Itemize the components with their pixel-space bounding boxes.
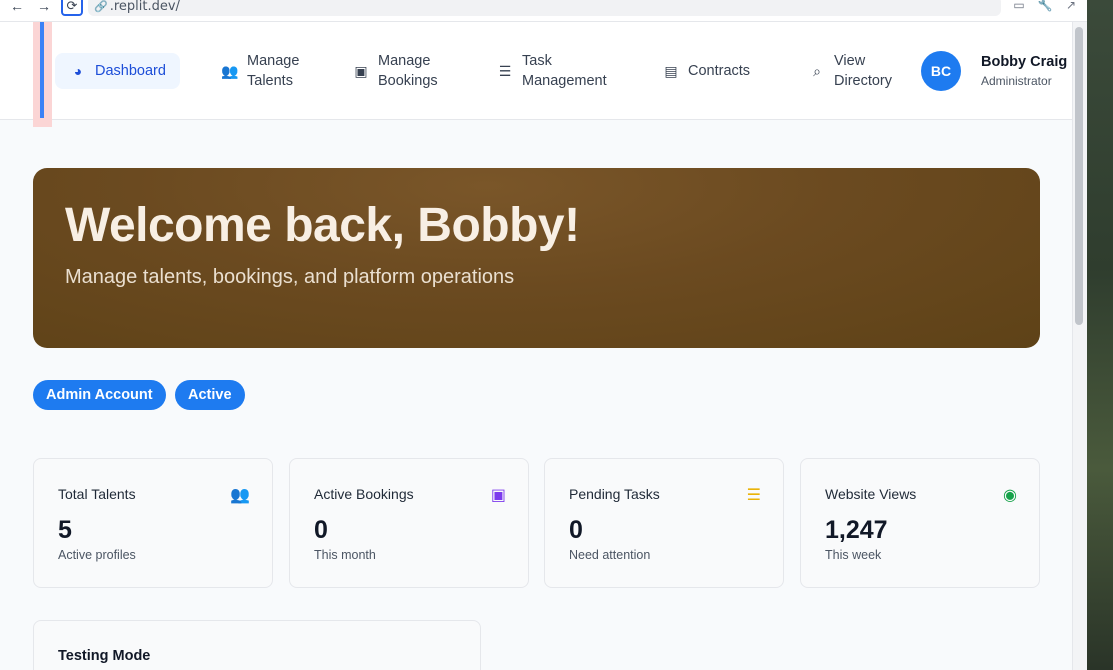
calendar-check-icon: ▣ [490,487,506,504]
link-icon: 🔗 [94,0,108,13]
admin-account-badge: Admin Account [33,380,166,410]
stat-card-pending-tasks[interactable]: Pending Tasks ☰ 0 Need attention [544,458,784,588]
avatar[interactable]: BC [921,51,961,91]
stat-value: 0 [569,516,583,544]
stat-subtitle: This week [825,548,882,562]
active-status-badge: Active [175,380,245,410]
address-bar[interactable]: 🔗 .replit.dev/ [88,0,1001,16]
user-name: Bobby Craig [981,54,1068,70]
users-icon: 👥 [221,63,239,79]
stat-title: Website Views [825,486,917,502]
testing-mode-card: Testing Mode [33,620,481,670]
stat-card-total-talents[interactable]: Total Talents 👥 5 Active profiles [33,458,273,588]
stat-value: 5 [58,516,72,544]
nav-manage-talents[interactable]: 👥 Manage Talents [221,51,299,91]
reload-icon[interactable]: ⟳ [61,0,83,16]
welcome-title: Welcome back, Bobby! [65,199,580,252]
forward-arrow-icon[interactable]: → [35,0,53,14]
nav-label: Manage Talents [247,53,300,89]
wrench-icon[interactable]: 🔧 [1037,0,1053,12]
welcome-subtitle: Manage talents, bookings, and platform o… [65,266,515,288]
back-arrow-icon[interactable]: ← [8,0,26,14]
stat-subtitle: This month [314,548,376,562]
nav-dashboard[interactable]: ◕ Dashboard [55,53,180,89]
devices-icon[interactable]: ▭ [1011,0,1027,12]
nav-label: Contracts [688,63,751,79]
external-link-icon[interactable]: ↗ [1063,0,1079,12]
nav-label: Manage Bookings [378,53,438,89]
active-indicator-bar [40,22,44,118]
desktop-background [1087,0,1113,670]
stat-value: 0 [314,516,328,544]
stat-subtitle: Active profiles [58,548,136,562]
scrollbar-thumb[interactable] [1075,27,1083,325]
selection-highlight [33,22,52,127]
user-role: Administrator [981,74,1052,88]
nav-label: View Directory [834,53,893,89]
search-icon: ⌕ [813,63,821,79]
stat-subtitle: Need attention [569,548,651,562]
task-list-icon: ☰ [498,63,512,79]
stat-title: Pending Tasks [569,486,660,502]
welcome-banner: Welcome back, Bobby! Manage talents, boo… [33,168,1040,348]
task-list-icon: ☰ [746,487,761,504]
eye-icon: ◉ [1003,487,1017,504]
users-icon: 👥 [230,487,250,504]
document-icon: ▤ [664,63,678,79]
nav-label: Dashboard [95,63,166,79]
stat-title: Active Bookings [314,486,414,502]
stat-value: 1,247 [825,516,888,544]
calendar-icon: ▣ [354,63,368,79]
nav-task-management[interactable]: ☰ Task Management [496,51,607,91]
nav-label: Task Management [522,53,607,89]
testing-mode-title: Testing Mode [58,648,151,664]
stat-card-website-views[interactable]: Website Views ◉ 1,247 This week [800,458,1040,588]
stat-card-active-bookings[interactable]: Active Bookings ▣ 0 This month [289,458,529,588]
nav-manage-bookings[interactable]: ▣ Manage Bookings [352,51,438,91]
url-text: .replit.dev/ [109,0,180,14]
dashboard-gauge-icon: ◕ [73,63,83,79]
nav-view-directory[interactable]: ⌕ View Directory [808,51,892,91]
nav-contracts[interactable]: ▤ Contracts [662,61,750,81]
stat-title: Total Talents [58,486,136,502]
browser-toolbar: ← → ⟳ 🔗 .replit.dev/ ▭ 🔧 ↗ [0,0,1087,22]
